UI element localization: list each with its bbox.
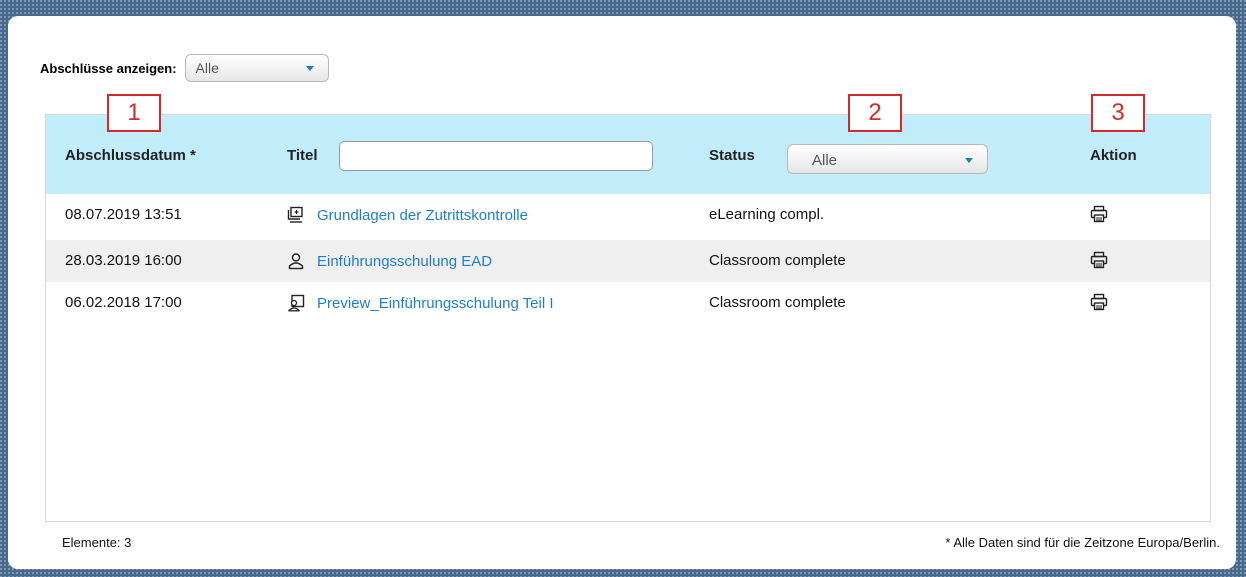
course-link[interactable]: Einführungsschulung EAD [317, 253, 492, 270]
title-filter-input[interactable] [339, 141, 653, 171]
annotation-marker-2: 2 [848, 94, 902, 132]
elearning-icon [287, 206, 303, 223]
row-title: Preview_Einführungsschulung Teil I [287, 294, 554, 312]
row-action [1090, 293, 1108, 315]
row-status: eLearning compl. [709, 206, 825, 223]
column-header-date[interactable]: Abschlussdatum * [65, 147, 196, 164]
row-action [1090, 205, 1108, 227]
completions-filter: Abschlüsse anzeigen: Alle [40, 54, 329, 82]
person-icon [288, 253, 304, 270]
table-row: 06.02.2018 17:00 Preview_Einführungsschu… [46, 282, 1210, 324]
table-row: 08.07.2019 13:51 Grundlagen der Zutritts… [46, 194, 1210, 236]
table-row: 28.03.2019 16:00 Einführungsschulung EAD… [46, 240, 1210, 282]
row-date: 08.07.2019 13:51 [65, 206, 182, 223]
course-link[interactable]: Preview_Einführungsschulung Teil I [317, 295, 554, 312]
print-icon[interactable] [1090, 205, 1108, 223]
row-title: Einführungsschulung EAD [287, 252, 492, 270]
row-action [1090, 251, 1108, 273]
row-title: Grundlagen der Zutrittskontrolle [287, 206, 528, 224]
row-date: 28.03.2019 16:00 [65, 252, 182, 269]
completions-table: Abschlussdatum * Titel Status Alle Aktio… [45, 114, 1211, 522]
filter-label: Abschlüsse anzeigen: [40, 60, 177, 76]
column-header-title[interactable]: Titel [287, 147, 318, 164]
completions-filter-value: Alle [195, 60, 219, 76]
person-screen-icon [288, 294, 305, 312]
element-count: Elemente: 3 [62, 535, 132, 550]
table-header: Abschlussdatum * Titel Status Alle Aktio… [46, 115, 1210, 194]
chevron-down-icon [305, 66, 314, 71]
completions-panel: Abschlüsse anzeigen: Alle Abschlussdatum… [8, 16, 1236, 569]
annotation-marker-1: 1 [107, 94, 161, 132]
status-filter-dropdown[interactable]: Alle [787, 144, 988, 174]
column-header-action: Aktion [1090, 147, 1137, 164]
completions-filter-dropdown[interactable]: Alle [184, 54, 329, 82]
row-date: 06.02.2018 17:00 [65, 294, 182, 311]
status-filter-value: Alle [812, 152, 838, 169]
timezone-note: * Alle Daten sind für die Zeitzone Europ… [945, 535, 1220, 550]
print-icon[interactable] [1090, 293, 1108, 311]
print-icon[interactable] [1090, 251, 1108, 269]
row-status: Classroom complete [709, 252, 846, 269]
column-header-status[interactable]: Status [709, 147, 755, 164]
row-status: Classroom complete [709, 294, 846, 311]
annotation-marker-3: 3 [1091, 94, 1145, 132]
chevron-down-icon [965, 158, 973, 163]
course-link[interactable]: Grundlagen der Zutrittskontrolle [317, 207, 528, 224]
